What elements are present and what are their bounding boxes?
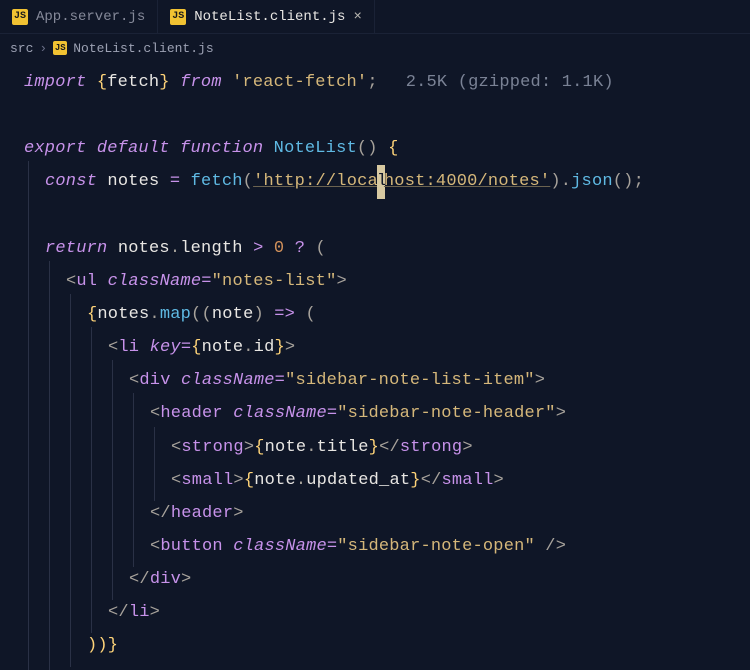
code-line[interactable]: <li key={note.id}>: [24, 331, 750, 364]
tab-app-server[interactable]: JS App.server.js: [0, 0, 158, 33]
tab-label: App.server.js: [36, 9, 145, 25]
chevron-right-icon: ›: [39, 41, 47, 56]
js-icon: JS: [12, 9, 28, 25]
code-line[interactable]: </li>: [24, 596, 750, 629]
tab-label: NoteList.client.js: [194, 9, 345, 25]
breadcrumb-file[interactable]: NoteList.client.js: [73, 41, 213, 56]
code-line[interactable]: </ul>: [24, 663, 750, 670]
code-line[interactable]: <ul className="notes-list">: [24, 265, 750, 298]
code-line[interactable]: [24, 199, 750, 232]
code-editor[interactable]: import {fetch} from 'react-fetch';2.5K (…: [0, 62, 750, 670]
code-line[interactable]: {notes.map((note) => (: [24, 298, 750, 331]
tab-notelist-client[interactable]: JS NoteList.client.js ×: [158, 0, 375, 33]
tab-bar: JS App.server.js JS NoteList.client.js ×: [0, 0, 750, 34]
code-line[interactable]: [24, 99, 750, 132]
js-icon: JS: [53, 41, 67, 55]
code-line[interactable]: <button className="sidebar-note-open" />: [24, 530, 750, 563]
breadcrumb: src › JS NoteList.client.js: [0, 34, 750, 62]
close-icon[interactable]: ×: [353, 9, 361, 25]
breadcrumb-folder[interactable]: src: [10, 41, 33, 56]
code-line[interactable]: </div>: [24, 563, 750, 596]
code-line[interactable]: ))}: [24, 629, 750, 662]
code-line[interactable]: export default function NoteList() {: [24, 132, 750, 165]
code-line[interactable]: import {fetch} from 'react-fetch';2.5K (…: [24, 66, 750, 99]
code-line[interactable]: return notes.length > 0 ? (: [24, 232, 750, 265]
js-icon: JS: [170, 9, 186, 25]
size-annotation: 2.5K (gzipped: 1.1K): [406, 73, 614, 92]
code-line[interactable]: const notes = fetch('http://localhost:40…: [24, 165, 750, 198]
